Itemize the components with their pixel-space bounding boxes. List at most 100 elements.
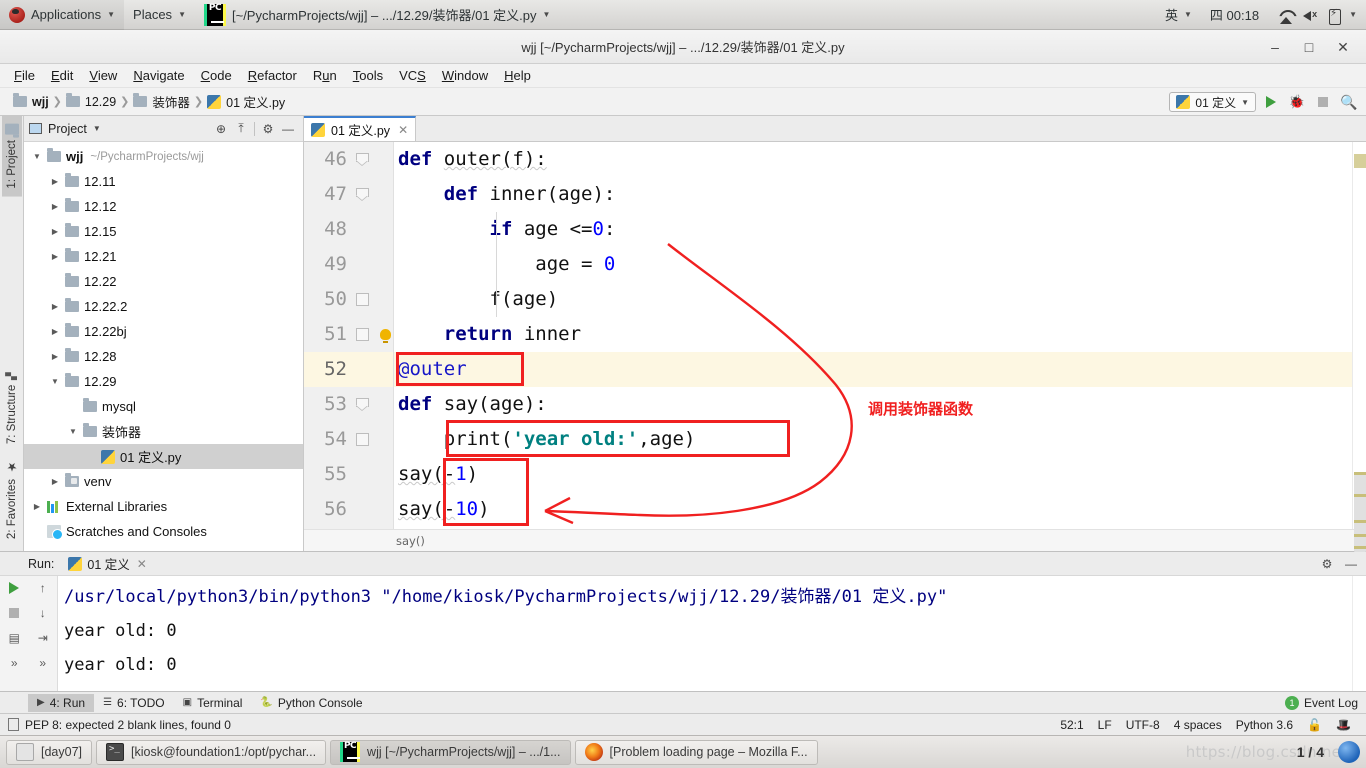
run-settings-button[interactable]: ⚙ — [1317, 554, 1337, 574]
run-console[interactable]: /usr/local/python3/bin/python3 "/home/ki… — [58, 576, 1352, 691]
chevron-right-icon[interactable]: ▶ — [48, 477, 62, 486]
chevron-down-icon[interactable]: ▼ — [48, 377, 62, 386]
code-line[interactable]: return inner — [394, 317, 1352, 352]
tree-item-selected[interactable]: 01 定义.py — [24, 444, 303, 469]
line-number[interactable]: 56 — [304, 492, 393, 527]
clock[interactable]: 四 00:18 — [1201, 0, 1268, 30]
expand-toolbar-button[interactable]: » — [6, 655, 22, 671]
menu-edit[interactable]: Edit — [43, 66, 81, 85]
code-line[interactable]: age = 0 — [394, 247, 1352, 282]
project-tree[interactable]: ▼ wjj ~/PycharmProjects/wjj ▶ 12.11 ▶ 12.12 ▶ 12… — [24, 142, 303, 551]
input-method-indicator[interactable]: 英 ▼ — [1156, 0, 1201, 30]
project-panel-title-group[interactable]: Project ▼ — [29, 122, 101, 136]
code-line[interactable]: f(age) — [394, 282, 1352, 317]
editor-tab[interactable]: 01 定义.py ✕ — [304, 116, 417, 141]
run-configuration-selector[interactable]: 01 定义 ▼ — [1169, 92, 1256, 112]
menu-navigate[interactable]: Navigate — [125, 66, 192, 85]
sidebar-item-favorites[interactable]: 2: Favorites ★ — [2, 452, 22, 547]
fold-end-icon[interactable] — [356, 293, 369, 306]
menu-run[interactable]: Run — [305, 66, 345, 85]
tree-item[interactable]: mysql — [24, 394, 303, 419]
line-number[interactable]: 50 — [304, 282, 393, 317]
menu-code[interactable]: Code — [193, 66, 240, 85]
fold-end-icon[interactable] — [356, 433, 369, 446]
tree-item[interactable]: ▼ wjj ~/PycharmProjects/wjj — [24, 144, 303, 169]
chevron-right-icon[interactable]: ▶ — [48, 177, 62, 186]
menu-view[interactable]: View — [81, 66, 125, 85]
chevron-down-icon[interactable]: ▼ — [30, 152, 44, 161]
hide-panel-button[interactable]: — — [278, 119, 298, 139]
editor-scrollbar[interactable] — [1352, 142, 1366, 552]
system-tray[interactable]: ▼ — [1268, 0, 1366, 30]
menu-help[interactable]: Help — [496, 66, 539, 85]
fold-region-icon[interactable] — [356, 153, 369, 166]
workspace-switcher-icon[interactable] — [1338, 741, 1360, 763]
line-number[interactable]: 53 — [304, 387, 393, 422]
print-button[interactable]: ▤ — [6, 630, 22, 646]
expand-toolbar-button-2[interactable]: » — [35, 655, 51, 671]
menu-window[interactable]: Window — [434, 66, 496, 85]
tree-item[interactable]: ▶ 12.22bj — [24, 319, 303, 344]
inspection-status[interactable]: PEP 8: expected 2 blank lines, found 0 — [8, 718, 231, 732]
breadcrumb-item[interactable]: 01 定义.py — [204, 91, 288, 112]
chevron-right-icon[interactable]: ▶ — [48, 352, 62, 361]
fold-region-icon[interactable] — [356, 398, 369, 411]
code-line[interactable]: def outer(f): — [394, 142, 1352, 177]
fold-end-icon[interactable] — [356, 328, 369, 341]
applications-menu[interactable]: Applications ▼ — [0, 0, 125, 30]
tree-item[interactable]: ▶ 12.28 — [24, 344, 303, 369]
active-window-menu[interactable]: [~/PycharmProjects/wjj] – .../12.29/装饰器/… — [195, 0, 559, 30]
code-editor[interactable]: def outer(f): def inner(age): if age <=0… — [394, 142, 1352, 529]
run-console-scrollbar[interactable] — [1352, 576, 1366, 691]
breadcrumb-item[interactable]: 12.29 — [63, 93, 119, 110]
code-line[interactable]: if age <=0: — [394, 212, 1352, 247]
chevron-down-icon[interactable]: ▼ — [66, 427, 80, 436]
soft-wrap-button[interactable]: ⇥ — [35, 630, 51, 646]
stop-button[interactable] — [1312, 91, 1334, 113]
menu-refactor[interactable]: Refactor — [240, 66, 305, 85]
chevron-right-icon[interactable]: ▶ — [48, 252, 62, 261]
code-line[interactable]: def inner(age): — [394, 177, 1352, 212]
rerun-button[interactable] — [6, 580, 22, 596]
line-number[interactable]: 55 — [304, 457, 393, 492]
close-icon[interactable]: ✕ — [398, 123, 408, 137]
line-number[interactable]: 49 — [304, 247, 393, 282]
taskbar-window[interactable]: [day07] — [6, 739, 93, 765]
tree-item[interactable]: ▼ 12.29 — [24, 369, 303, 394]
run-tab[interactable]: 01 定义 ✕ — [68, 554, 147, 573]
tree-item[interactable]: ▶ 12.12 — [24, 194, 303, 219]
chevron-right-icon[interactable]: ▶ — [48, 202, 62, 211]
event-log-group[interactable]: 1 Event Log — [1284, 695, 1358, 710]
tree-item[interactable]: ▶ External Libraries — [24, 494, 303, 519]
code-line[interactable]: print('year old:',age) — [394, 422, 1352, 457]
stop-button[interactable] — [6, 605, 22, 621]
file-encoding[interactable]: UTF-8 — [1119, 718, 1167, 732]
code-line[interactable]: say(-1) — [394, 457, 1352, 492]
up-button[interactable]: ↑ — [35, 580, 51, 596]
bottom-tab-terminal[interactable]: ▣ Terminal — [174, 694, 252, 712]
bottom-tab-python-console[interactable]: 🐍 Python Console — [251, 694, 371, 712]
fold-region-icon[interactable] — [356, 188, 369, 201]
line-number[interactable]: 51 — [304, 317, 393, 352]
chevron-right-icon[interactable]: ▶ — [48, 327, 62, 336]
chevron-right-icon[interactable]: ▶ — [48, 227, 62, 236]
bottom-tab-6-todo[interactable]: ☰ 6: TODO — [94, 694, 174, 712]
line-separator[interactable]: LF — [1091, 718, 1119, 732]
tree-item[interactable]: 12.22 — [24, 269, 303, 294]
chevron-right-icon[interactable]: ▶ — [30, 502, 44, 511]
editor-gutter[interactable]: 46 47 48 49 50 51 52 53 54 55 56 — [304, 142, 394, 529]
tree-item[interactable]: ▼ 装饰器 — [24, 419, 303, 444]
minimize-button[interactable]: – — [1258, 30, 1292, 64]
line-number[interactable]: 46 — [304, 142, 393, 177]
chevron-right-icon[interactable]: ▶ — [48, 302, 62, 311]
tree-item[interactable]: ▶ 12.21 — [24, 244, 303, 269]
editor-footer-breadcrumb[interactable]: say() — [304, 529, 1366, 551]
down-button[interactable]: ↓ — [35, 605, 51, 621]
breadcrumb-item[interactable]: wjj — [10, 93, 52, 110]
close-icon[interactable]: ✕ — [137, 557, 147, 571]
code-line[interactable]: @outer — [394, 352, 1352, 387]
settings-button[interactable]: ⚙ — [258, 119, 278, 139]
code-line[interactable]: say(-10) — [394, 492, 1352, 527]
line-number[interactable]: 54 — [304, 422, 393, 457]
search-everywhere-button[interactable]: 🔍 — [1338, 91, 1360, 113]
